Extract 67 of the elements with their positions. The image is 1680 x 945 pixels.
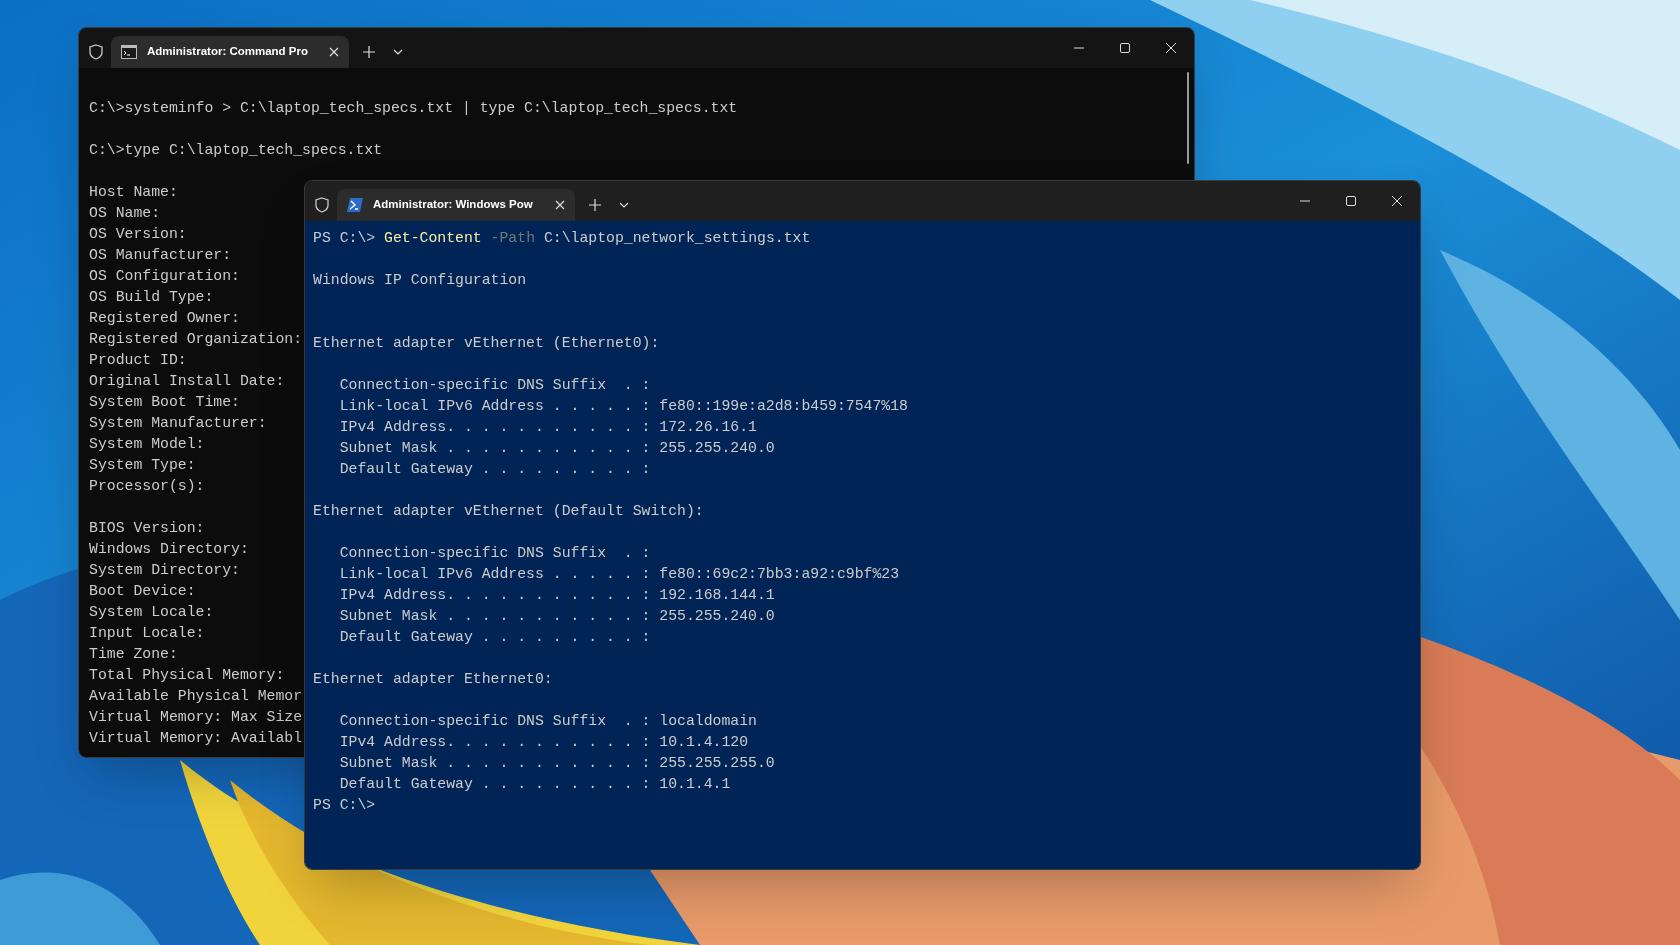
powershell-icon [347, 198, 363, 212]
terminal-line: IPv4 Address. . . . . . . . . . . : 10.1.4.120 [338, 733, 749, 752]
terminal-line: Original Install Date: [89, 372, 285, 391]
terminal-line: IPv4 Address. . . . . . . . . . . : 192.168.144.1 [338, 586, 775, 605]
terminal-line: System Boot Time: [89, 393, 240, 412]
terminal-line: Host Name: [89, 183, 178, 202]
terminal-line: System Model: [89, 435, 205, 454]
terminal-line: Virtual Memory: Max Size [89, 708, 303, 727]
terminal-line: Total Physical Memory: [89, 666, 285, 685]
terminal-line: Link-local IPv6 Address . . . . . : fe80::199e:a2d8:b459:7547%18 [338, 397, 908, 416]
terminal-line: System Type: [89, 456, 196, 475]
terminal-line: C:\>type C:\laptop_tech_specs.txt [89, 141, 383, 160]
terminal-line: Input Locale: [89, 624, 205, 643]
terminal-line: Connection-specific DNS Suffix . : [338, 376, 651, 395]
command-line: PS C:\> Get-Content -Path C:\laptop_network_settings.txt [313, 229, 811, 248]
terminal-line: Product ID: [89, 351, 187, 370]
terminal-line: Processor(s): [89, 477, 205, 496]
terminal-line: System Directory: [89, 561, 240, 580]
terminal-line: BIOS Version: [89, 519, 205, 538]
terminal-line: Connection-specific DNS Suffix . : localdomain [338, 712, 757, 731]
terminal-line: OS Manufacturer: [89, 246, 232, 265]
terminal-line: OS Configuration: [89, 267, 240, 286]
chevron-down-icon[interactable] [619, 202, 629, 208]
terminal-line: Default Gateway . . . . . . . . . : [338, 460, 651, 479]
terminal-line: Subnet Mask . . . . . . . . . . . : 255.255.240.0 [338, 439, 775, 458]
terminal-line: OS Name: [89, 204, 161, 223]
terminal-line: IPv4 Address. . . . . . . . . . . : 172.26.16.1 [338, 418, 757, 437]
terminal-line: Windows IP Configuration [313, 271, 527, 290]
terminal-line: Registered Organization: [89, 330, 303, 349]
terminal-line: Virtual Memory: Availabl [89, 729, 303, 748]
terminal-line: Default Gateway . . . . . . . . . : [338, 628, 651, 647]
scrollbar[interactable] [1187, 72, 1189, 164]
terminal-line: Default Gateway . . . . . . . . . : 10.1.4.1 [338, 775, 731, 794]
new-tab-icon[interactable] [589, 199, 601, 211]
tab-title: Administrator: Command Pro [147, 44, 309, 60]
terminal-tab[interactable]: Administrator: Command Pro [111, 36, 349, 68]
terminal-icon [121, 45, 137, 59]
terminal-line: Available Physical Memor [89, 687, 303, 706]
terminal-line: OS Version: [89, 225, 187, 244]
terminal-line: Ethernet adapter vEthernet (Ethernet0): [313, 334, 660, 353]
terminal-line: Registered Owner: [89, 309, 240, 328]
terminal-line: Boot Device: [89, 582, 196, 601]
close-tab-icon[interactable] [555, 200, 565, 210]
terminal-line: Ethernet adapter vEthernet (Default Switch): [313, 502, 704, 521]
terminal-line: Subnet Mask . . . . . . . . . . . : 255.255.255.0 [338, 754, 775, 773]
shield-icon [89, 44, 103, 60]
terminal-line: PS C:\> [313, 796, 376, 815]
terminal-line: Ethernet adapter Ethernet0: [313, 670, 553, 689]
terminal-line: System Locale: [89, 603, 214, 622]
maximize-icon [1120, 43, 1130, 53]
terminal-line: Windows Directory: [89, 540, 249, 559]
chevron-down-icon[interactable] [393, 49, 403, 55]
terminal-line: Link-local IPv6 Address . . . . . : fe80::69c2:7bb3:a92:c9bf%23 [338, 565, 900, 584]
new-tab-icon[interactable] [363, 46, 375, 58]
terminal-line: Connection-specific DNS Suffix . : [338, 544, 651, 563]
terminal-line: Subnet Mask . . . . . . . . . . . : 255.255.240.0 [338, 607, 775, 626]
shield-icon [315, 197, 329, 213]
close-icon [1392, 196, 1402, 206]
close-tab-icon[interactable] [329, 47, 339, 57]
terminal-line: C:\>systeminfo > C:\laptop_tech_specs.txt | type C:\laptop_tech_specs.txt [89, 99, 738, 118]
terminal-line: System Manufacturer: [89, 414, 267, 433]
terminal-tab[interactable]: Administrator: Windows Pow [337, 189, 575, 221]
terminal-line: Time Zone: [89, 645, 178, 664]
maximize-icon [1346, 196, 1356, 206]
terminal-line: OS Build Type: [89, 288, 214, 307]
tab-title: Administrator: Windows Pow [373, 197, 534, 213]
close-icon [1166, 43, 1176, 53]
